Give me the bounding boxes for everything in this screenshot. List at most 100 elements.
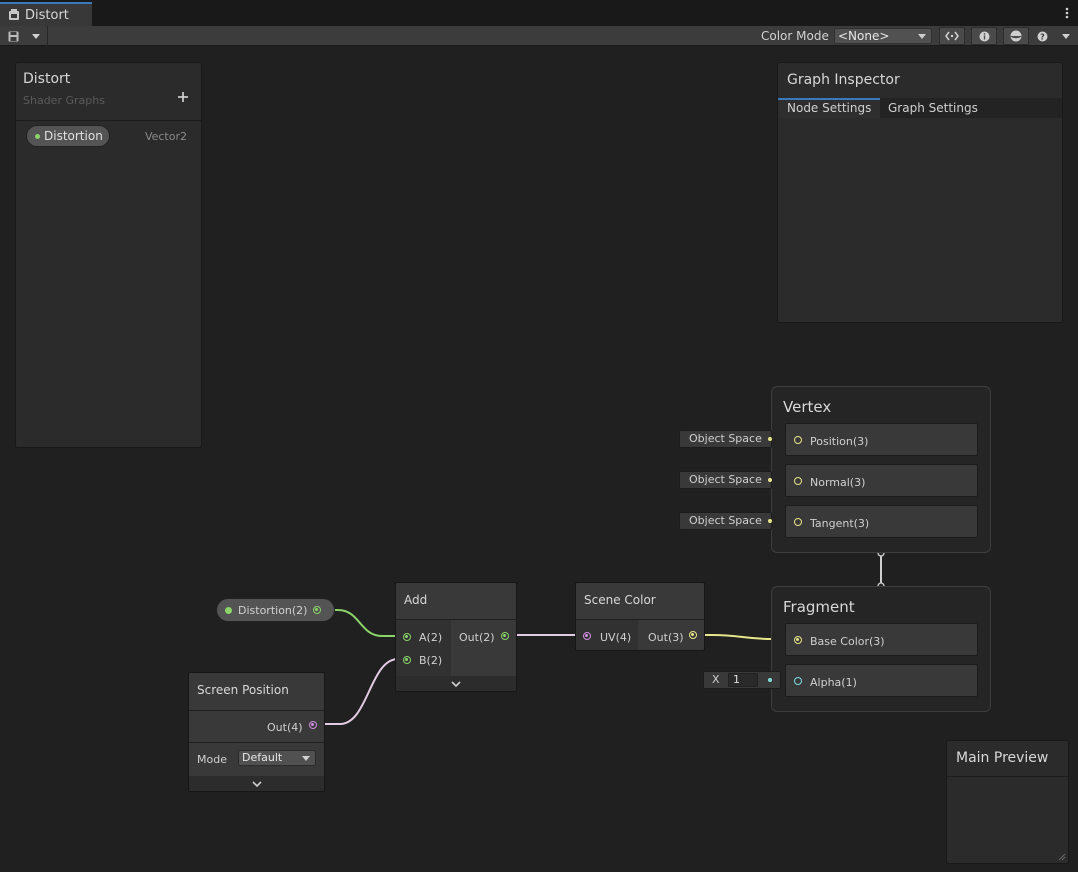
info-icon: [979, 31, 989, 41]
property-node-distortion[interactable]: Distortion(2): [216, 598, 335, 622]
output-port[interactable]: [689, 631, 697, 639]
input-port-b[interactable]: [403, 656, 411, 664]
tab-graph-settings[interactable]: Graph Settings: [879, 98, 987, 118]
chevron-down-icon: [451, 680, 461, 687]
blackboard-subtitle: Shader Graphs: [23, 94, 105, 107]
graph-toolbar: Color Mode <None> ?: [0, 26, 1078, 46]
property-type: Vector2: [144, 130, 187, 143]
add-node[interactable]: Add A(2) B(2) Out(2): [395, 582, 517, 692]
preview-title: Main Preview: [956, 750, 1049, 766]
input-port[interactable]: [794, 677, 802, 685]
color-mode-value: <None>: [838, 29, 890, 43]
node-divider: [189, 710, 324, 711]
node-expander[interactable]: [189, 776, 324, 791]
save-dropdown-icon[interactable]: [27, 27, 45, 45]
scene-color-node[interactable]: Scene Color UV(4) Out(3): [575, 582, 705, 651]
chevron-down-icon: [251, 780, 262, 787]
screen-position-node[interactable]: Screen Position Out(4) Mode: [188, 672, 325, 792]
port-label-out: Out(4): [267, 721, 303, 734]
preview-toggle-button[interactable]: [1003, 27, 1029, 45]
block-base-color[interactable]: Base Color(3): [785, 623, 978, 656]
node-expander[interactable]: [396, 676, 516, 691]
mode-dropdown[interactable]: Default: [238, 750, 316, 766]
shader-graph-icon: [9, 9, 19, 20]
connector-dot-icon: [768, 478, 772, 482]
connector-dot-icon: [768, 678, 772, 682]
output-port[interactable]: [309, 721, 317, 729]
port-label-out: Out(2): [459, 631, 495, 644]
blackboard-panel[interactable]: Distort Shader Graphs Distortion Vector2: [15, 62, 202, 448]
field-label-x: X: [712, 673, 720, 686]
input-port-uv[interactable]: [583, 632, 591, 640]
help-icon[interactable]: ?: [1034, 27, 1050, 45]
blackboard-property-distortion[interactable]: Distortion: [26, 125, 110, 147]
node-title: Scene Color: [584, 593, 656, 607]
block-label: Normal(3): [810, 476, 866, 489]
property-name: Distortion: [44, 129, 103, 143]
resize-handle-icon[interactable]: [1058, 853, 1066, 861]
port-label-uv: UV(4): [600, 631, 632, 644]
port-label-a: A(2): [419, 631, 443, 644]
property-node-label: Distortion(2): [238, 604, 308, 617]
space-chip-normal[interactable]: Object Space: [679, 471, 772, 489]
color-mode-dropdown[interactable]: <None>: [834, 28, 932, 44]
space-chip-position[interactable]: Object Space: [679, 430, 772, 448]
connector-dot-icon: [768, 519, 772, 523]
blackboard-divider: [16, 120, 201, 121]
vertex-context[interactable]: Vertex Position(3) Normal(3) Tangent(3): [771, 386, 991, 553]
input-port[interactable]: [794, 518, 802, 526]
mode-value: Default: [242, 751, 283, 764]
inspector-tab-bar: Node Settings Graph Settings: [778, 98, 1062, 118]
alpha-value-input[interactable]: 1: [728, 673, 758, 687]
block-alpha[interactable]: Alpha(1): [785, 664, 978, 697]
window-tab-strip: Distort: [0, 0, 1078, 26]
window-tab-distort[interactable]: Distort: [0, 2, 92, 26]
toolbar-options-dropdown-icon[interactable]: [1058, 27, 1074, 45]
input-port-a[interactable]: [403, 633, 411, 641]
add-property-icon[interactable]: [177, 91, 189, 103]
block-position[interactable]: Position(3): [785, 423, 978, 456]
block-tangent[interactable]: Tangent(3): [785, 505, 978, 538]
property-dot-icon: [225, 607, 232, 614]
chevron-down-icon: [302, 756, 310, 761]
block-label: Position(3): [810, 435, 869, 448]
fragment-context[interactable]: Fragment Base Color(3) Alpha(1): [771, 586, 991, 712]
block-label: Tangent(3): [810, 517, 870, 530]
connector-dot-icon: [768, 437, 772, 441]
inspector-toggle-button[interactable]: [971, 27, 997, 45]
property-dot-icon: [35, 133, 40, 139]
tab-node-settings[interactable]: Node Settings: [778, 98, 881, 118]
port-label-b: B(2): [419, 654, 443, 667]
input-port[interactable]: [794, 436, 802, 444]
node-title: Add: [404, 593, 428, 607]
input-port[interactable]: [794, 636, 802, 644]
node-title: Screen Position: [197, 683, 289, 697]
input-column: [396, 620, 451, 677]
space-chip-tangent[interactable]: Object Space: [679, 512, 772, 530]
blackboard-title: Distort: [23, 71, 71, 87]
blackboard-toggle-button[interactable]: [939, 27, 965, 45]
chevron-down-icon: [918, 34, 926, 39]
output-port[interactable]: [313, 606, 321, 614]
port-label-out: Out(3): [648, 631, 684, 644]
block-label: Base Color(3): [810, 635, 885, 648]
sphere-icon: [1010, 30, 1022, 42]
preview-divider: [947, 776, 1068, 777]
window-tab-label: Distort: [25, 7, 69, 23]
main-preview-panel[interactable]: Main Preview: [946, 740, 1069, 864]
toolbar-divider: [47, 26, 48, 46]
graph-inspector-panel: Graph Inspector Node Settings Graph Sett…: [777, 62, 1063, 323]
context-title: Vertex: [783, 398, 832, 416]
block-label: Alpha(1): [810, 676, 857, 689]
context-title: Fragment: [783, 598, 855, 616]
output-port[interactable]: [501, 632, 509, 640]
node-divider: [189, 742, 324, 743]
code-brackets-icon: [945, 31, 959, 41]
color-mode-label: Color Mode: [761, 29, 829, 43]
inspector-title: Graph Inspector: [787, 72, 900, 88]
save-icon[interactable]: [4, 27, 22, 45]
input-port[interactable]: [794, 477, 802, 485]
svg-text:?: ?: [1040, 32, 1045, 41]
kebab-menu-icon[interactable]: [1062, 4, 1072, 22]
block-normal[interactable]: Normal(3): [785, 464, 978, 497]
